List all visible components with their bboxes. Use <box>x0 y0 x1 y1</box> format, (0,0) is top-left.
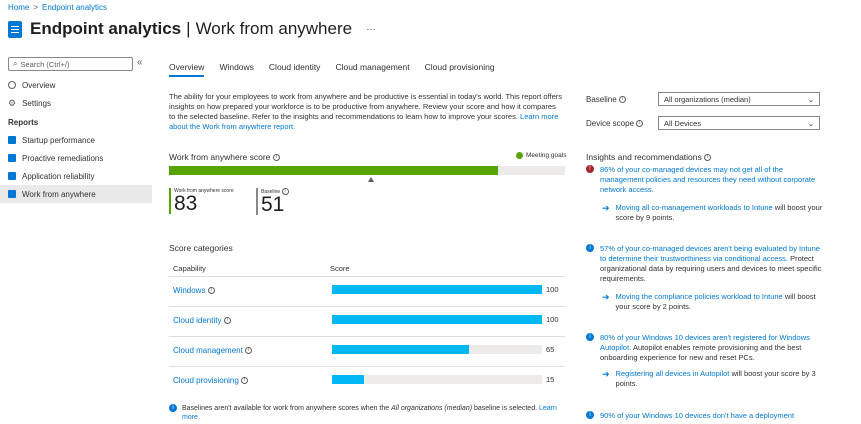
meeting-goals-status: Meeting goals <box>516 152 566 159</box>
recommendation-link[interactable]: Moving the compliance policies workload … <box>616 292 783 301</box>
report-description: The ability for your employees to work f… <box>169 92 563 131</box>
recommendation-item: ➔ Registering all devices in Autopilot w… <box>602 369 816 388</box>
device-scope-label: Device scope i <box>586 119 644 128</box>
category-link[interactable]: Cloud provisioning i <box>173 376 249 385</box>
endpoint-analytics-icon <box>8 20 22 38</box>
column-header-score: Score <box>330 264 350 273</box>
more-options-button[interactable]: ··· <box>366 24 376 35</box>
category-link[interactable]: Cloud identity i <box>173 316 231 325</box>
category-link[interactable]: Cloud management i <box>173 346 253 355</box>
category-score-value: 15 <box>546 375 555 384</box>
info-icon: i <box>207 287 215 295</box>
sidebar-item-work-from-anywhere[interactable]: Work from anywhere <box>0 185 152 203</box>
insights-title: Insights and recommendations i <box>586 152 712 162</box>
sidebar-item-application-reliability[interactable]: Application reliability <box>0 167 152 185</box>
score-bar-fill <box>169 166 498 175</box>
category-bar-fill <box>332 315 542 324</box>
arrow-right-icon: ➔ <box>602 292 610 302</box>
score-categories-title: Score categories <box>169 243 233 253</box>
tab-cloud-provisioning[interactable]: Cloud provisioning <box>425 62 495 77</box>
arrow-right-icon: ➔ <box>602 203 610 213</box>
search-input[interactable]: ⌕ Search (Ctrl+/) <box>8 57 133 71</box>
divider <box>169 306 565 307</box>
page-title: Endpoint analytics | Work from anywhere <box>30 19 353 38</box>
info-icon: i <box>618 96 626 104</box>
recommendation-link[interactable]: Moving all co-management workloads to In… <box>616 203 773 212</box>
error-icon: ! <box>586 165 594 173</box>
category-bar-track <box>332 375 542 384</box>
tab-windows[interactable]: Windows <box>219 62 253 77</box>
category-bar-fill <box>332 285 542 294</box>
insight-link[interactable]: 90% of your Windows 10 devices don't hav… <box>600 411 794 421</box>
breadcrumb-separator: > <box>33 3 39 12</box>
divider <box>169 336 565 337</box>
recommendation-item: ➔ Moving the compliance policies workloa… <box>602 292 816 311</box>
insight-link[interactable]: 86% of your co-managed devices may not g… <box>600 165 826 195</box>
overview-icon <box>8 81 16 89</box>
info-icon: i <box>241 377 249 385</box>
info-icon: i <box>586 411 594 419</box>
report-icon <box>8 190 16 198</box>
insight-item: ! 86% of your co-managed devices may not… <box>586 165 826 195</box>
device-scope-dropdown[interactable]: All Devices ⌄ <box>658 116 820 130</box>
tab-overview[interactable]: Overview <box>169 62 205 77</box>
info-icon: i <box>169 404 177 412</box>
report-icon <box>8 136 16 144</box>
insight-link[interactable]: 57% of your co-managed devices aren't be… <box>600 244 820 263</box>
category-score-value: 100 <box>546 315 559 324</box>
breadcrumb-home[interactable]: Home <box>8 3 29 12</box>
checkmark-icon <box>516 152 523 159</box>
info-icon: i <box>586 244 594 252</box>
baseline-label: Baseline i <box>586 95 626 104</box>
insight-item: i 80% of your Windows 10 devices aren't … <box>586 333 826 363</box>
sidebar-item-startup-performance[interactable]: Startup performance <box>0 131 152 149</box>
collapse-sidebar-button[interactable]: « <box>137 57 143 68</box>
info-icon: i <box>245 347 253 355</box>
info-icon: i <box>223 317 231 325</box>
info-icon[interactable]: i <box>272 154 280 162</box>
category-score-value: 100 <box>546 285 559 294</box>
sidebar-nav: Overview ⚙ Settings Reports Startup perfo… <box>0 76 152 203</box>
tab-bar: Overview Windows Cloud identity Cloud ma… <box>169 62 495 77</box>
page-header: Endpoint analytics | Work from anywhere ··… <box>8 19 376 39</box>
breadcrumb: Home > Endpoint analytics <box>8 3 107 12</box>
chevron-down-icon: ⌄ <box>807 94 814 104</box>
baseline-value-block: Baseline i 51 <box>256 188 289 215</box>
recommendation-link[interactable]: Registering all devices in Autopilot <box>616 369 730 378</box>
sidebar-item-overview[interactable]: Overview <box>0 76 152 94</box>
divider <box>169 366 565 367</box>
tab-cloud-management[interactable]: Cloud management <box>335 62 409 77</box>
category-score-value: 65 <box>546 345 555 354</box>
info-icon: i <box>586 333 594 341</box>
info-icon[interactable]: i <box>704 154 712 162</box>
breadcrumb-current[interactable]: Endpoint analytics <box>42 3 107 12</box>
report-icon <box>8 154 16 162</box>
category-link[interactable]: Windows i <box>173 286 215 295</box>
divider <box>169 276 565 277</box>
gear-icon: ⚙ <box>8 97 17 108</box>
baseline-dropdown[interactable]: All organizations (median) ⌄ <box>658 92 820 106</box>
score-value-block: Work from anywhere score 83 <box>169 188 234 214</box>
search-icon: ⌕ <box>13 59 18 68</box>
arrow-right-icon: ➔ <box>602 369 610 379</box>
sidebar-item-proactive-remediations[interactable]: Proactive remediations <box>0 149 152 167</box>
score-value: 83 <box>174 192 198 215</box>
baseline-marker <box>367 177 374 182</box>
info-icon: i <box>636 120 644 128</box>
chevron-down-icon: ⌄ <box>807 118 814 128</box>
category-bar-fill <box>332 345 469 354</box>
insight-item: i 90% of your Windows 10 devices don't h… <box>586 411 826 421</box>
tab-cloud-identity[interactable]: Cloud identity <box>269 62 321 77</box>
category-bar-fill <box>332 375 364 384</box>
reports-heading: Reports <box>8 118 39 127</box>
recommendation-item: ➔ Moving all co-management workloads to … <box>602 203 823 222</box>
baseline-value: 51 <box>261 193 285 216</box>
score-title: Work from anywhere score i <box>169 152 280 162</box>
column-header-capability: Capability <box>173 264 206 273</box>
baseline-info-banner: i Baselines aren't available for work fr… <box>169 404 564 422</box>
sidebar-item-settings[interactable]: ⚙ Settings <box>0 94 152 112</box>
insight-item: i 57% of your co-managed devices aren't … <box>586 244 826 284</box>
report-icon <box>8 172 16 180</box>
